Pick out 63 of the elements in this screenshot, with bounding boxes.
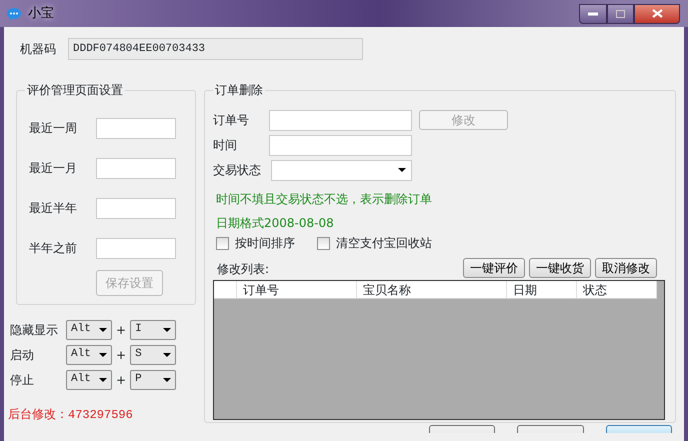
column-header: 宝贝名称	[357, 281, 507, 298]
input-field[interactable]	[96, 118, 176, 138]
window-title: 小宝	[28, 4, 54, 23]
dropdown-arrow-icon	[398, 168, 406, 172]
column-header: 日期	[507, 281, 577, 298]
order-number-field[interactable]	[269, 110, 412, 130]
maximize-icon	[616, 10, 625, 18]
field-label: 最近一周	[29, 120, 78, 137]
machine-code-field[interactable]: DDDF074804EE00703433	[68, 38, 363, 60]
key-dropdown[interactable]: I	[130, 320, 176, 340]
footer-note: 后台修改：473297596	[8, 408, 134, 422]
hotkey-label: 停止	[10, 372, 35, 388]
field-label: 时间	[213, 137, 238, 154]
modifier-dropdown[interactable]: Alt	[66, 370, 112, 390]
minimize-icon	[588, 12, 598, 16]
time-field[interactable]	[269, 134, 412, 156]
dropdown-arrow-icon	[163, 352, 172, 356]
hint-text: 日期格式2008-08-08	[216, 216, 335, 231]
plus-sign: +	[116, 372, 126, 388]
maximize-button[interactable]	[607, 4, 634, 24]
field-label: 最近一月	[29, 160, 78, 177]
hotkey-label: 启动	[10, 346, 35, 364]
close-button[interactable]	[634, 4, 680, 24]
input-field[interactable]	[96, 198, 176, 218]
dropdown-arrow-icon	[99, 352, 107, 356]
hint-text: 时间不填且交易状态不选，表示删除订单	[216, 192, 433, 207]
column-header: 状态	[577, 281, 657, 298]
plus-sign: +	[116, 346, 126, 364]
modifier-dropdown[interactable]: Alt	[66, 320, 112, 340]
status-dropdown[interactable]	[271, 160, 412, 180]
dropdown-arrow-icon	[163, 328, 172, 332]
column-header: 订单号	[237, 281, 357, 298]
dialog-button[interactable]	[606, 425, 672, 433]
modifier-dropdown[interactable]: Alt	[66, 344, 112, 364]
checkbox-label: 按时间排序	[235, 235, 295, 252]
action-button[interactable]: 取消修改	[595, 258, 657, 278]
list-label: 修改列表:	[217, 261, 270, 278]
dropdown-arrow-icon	[163, 378, 172, 382]
hotkey-label: 隐藏显示	[10, 322, 59, 338]
checkbox-label: 清空支付宝回收站	[336, 235, 432, 252]
dropdown-arrow-icon	[99, 328, 107, 332]
key-dropdown[interactable]: P	[130, 370, 176, 390]
action-button[interactable]: 一键评价	[463, 258, 525, 278]
dialog-button[interactable]	[517, 425, 584, 433]
group-title: 订单删除	[213, 82, 265, 98]
field-label: 交易状态	[213, 162, 262, 179]
dropdown-arrow-icon	[99, 378, 107, 382]
field-label: 最近半年	[29, 200, 78, 217]
field-label: 机器码	[20, 41, 56, 58]
input-field[interactable]	[96, 158, 176, 178]
field-label: 订单号	[213, 112, 250, 129]
key-dropdown[interactable]: S	[130, 344, 176, 364]
checkbox[interactable]	[216, 236, 229, 250]
checkbox[interactable]	[317, 236, 330, 250]
group-title: 评价管理页面设置	[25, 82, 125, 98]
field-label: 半年之前	[29, 240, 78, 257]
action-button[interactable]: 一键收货	[529, 258, 591, 278]
app-icon	[6, 6, 22, 20]
dialog-button[interactable]	[429, 425, 496, 433]
minimize-button[interactable]	[579, 4, 607, 24]
input-field[interactable]	[96, 238, 176, 258]
close-icon	[652, 9, 662, 18]
plus-sign: +	[116, 322, 126, 338]
